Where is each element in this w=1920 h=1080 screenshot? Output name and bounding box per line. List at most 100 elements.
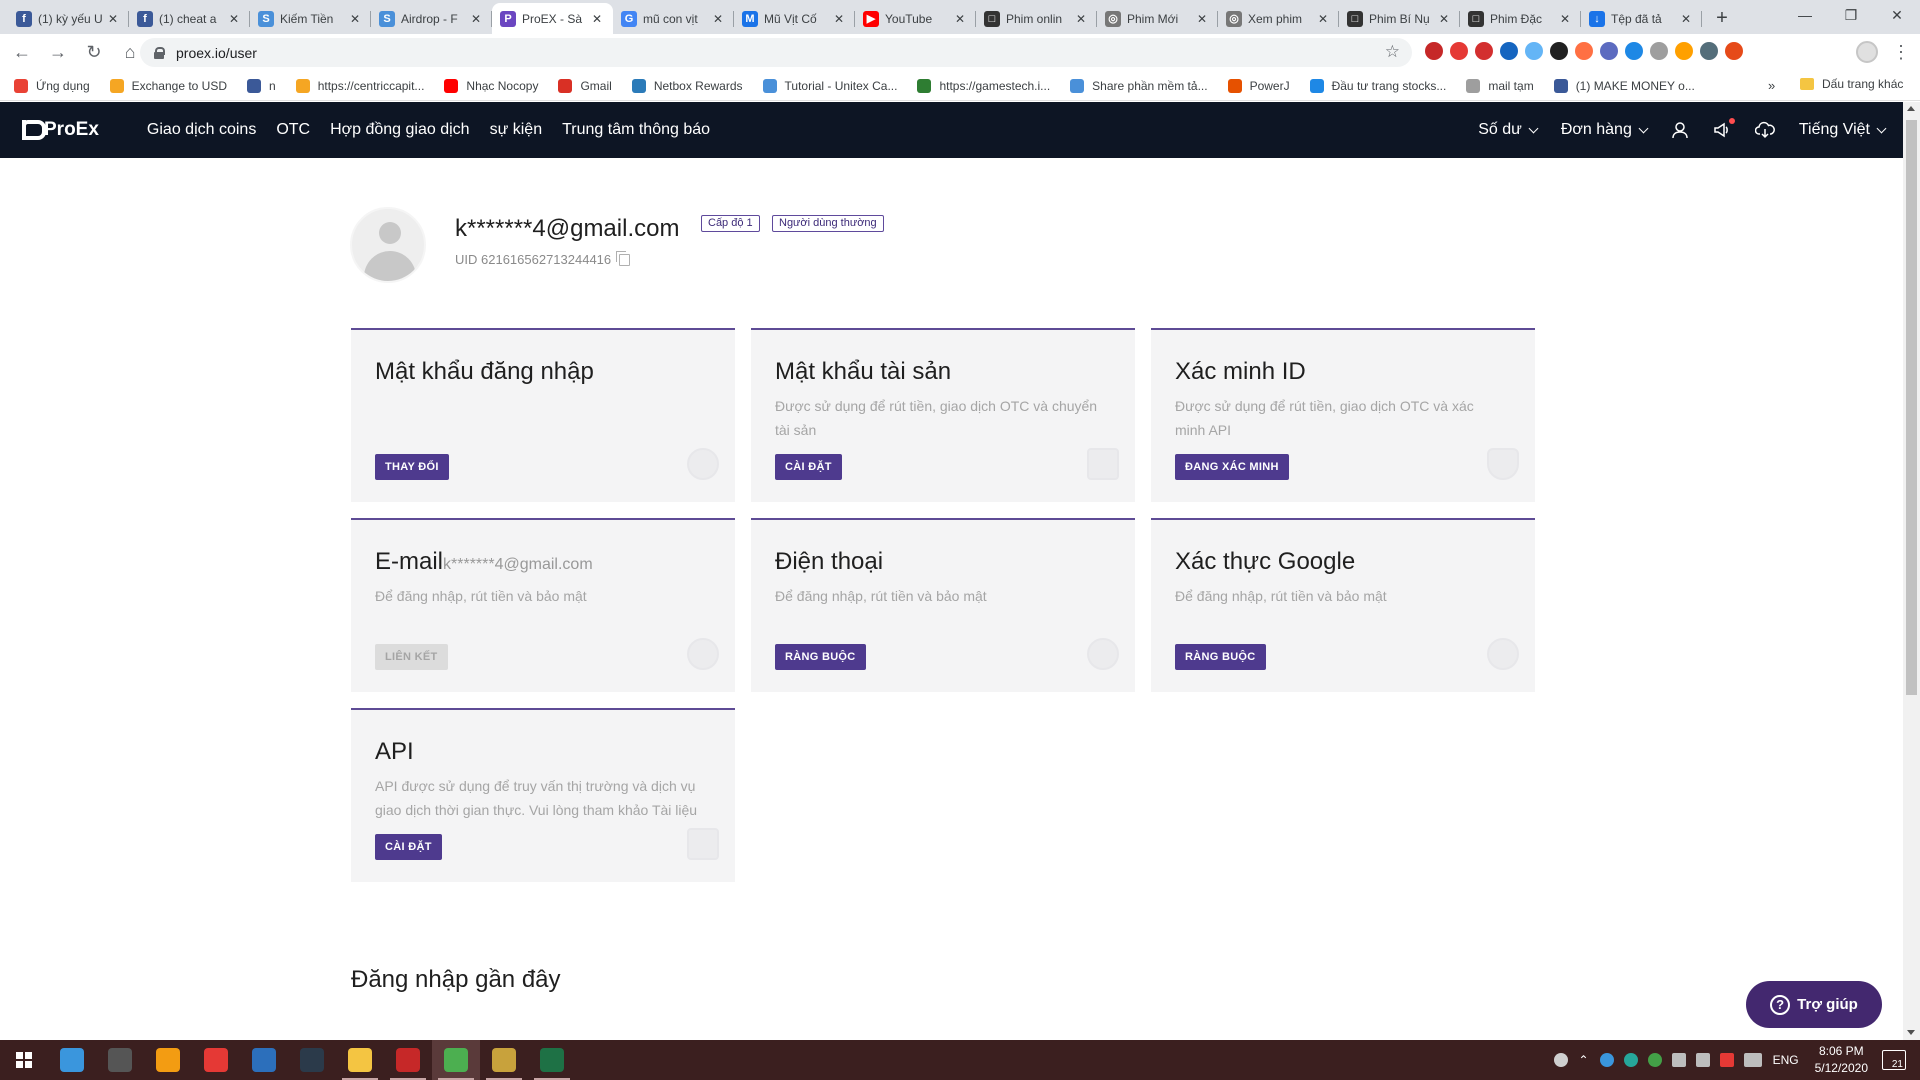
clock[interactable]: 8:06 PM 5/12/2020 [1815,1043,1868,1077]
nav-otc[interactable]: OTC [276,121,310,139]
bookmark-item[interactable]: Exchange to USD [109,78,227,93]
extension-icon[interactable] [1675,42,1693,60]
new-tab-button[interactable]: + [1708,4,1736,32]
tab-close-icon[interactable]: ✕ [710,11,726,27]
tab-close-icon[interactable]: ✕ [1073,11,1089,27]
link-email-button[interactable]: LIÊN KẾT [375,644,448,670]
bind-phone-button[interactable]: RÀNG BUỘC [775,644,866,670]
extension-icon[interactable] [1600,42,1618,60]
browser-tab[interactable]: f (1) kỳ yếu U ✕ [8,3,129,34]
bookmark-item[interactable]: Share phần mềm tả... [1070,78,1208,93]
url-text[interactable]: proex.io/user [176,45,257,61]
browser-tab[interactable]: □ Phim Bí Nụ ✕ [1339,3,1460,34]
bookmark-item[interactable]: https://gamestech.i... [917,78,1050,93]
bookmark-item[interactable]: PowerJ [1227,78,1290,93]
start-button[interactable] [0,1040,48,1080]
tab-close-icon[interactable]: ✕ [831,11,847,27]
orders-dropdown[interactable]: Đơn hàng [1561,121,1649,139]
balance-dropdown[interactable]: Số dư [1478,121,1539,139]
extension-icon[interactable] [1475,42,1493,60]
browser-tab[interactable]: S Airdrop - F ✕ [371,3,492,34]
taskbar-camera-icon[interactable] [96,1040,144,1080]
announcement-icon[interactable] [1713,118,1735,139]
extension-icon[interactable] [1725,42,1743,60]
tab-close-icon[interactable]: ✕ [468,11,484,27]
taskbar-media-icon[interactable] [384,1040,432,1080]
tab-close-icon[interactable]: ✕ [1436,11,1452,27]
extension-icon[interactable] [1625,42,1643,60]
extension-icon[interactable] [1450,42,1468,60]
bookmark-item[interactable]: Netbox Rewards [631,78,743,93]
tray-app-icon[interactable] [1623,1053,1638,1067]
scroll-up-arrow[interactable] [1907,106,1915,111]
page-scrollbar[interactable] [1903,102,1920,1040]
scroll-down-arrow[interactable] [1907,1030,1915,1035]
nav-events[interactable]: sự kiện [490,121,543,139]
browser-tab[interactable]: ↓ Tệp đã tả ✕ [1581,3,1702,34]
extension-icon[interactable] [1425,42,1443,60]
tray-app-icon[interactable] [1647,1053,1662,1067]
nav-coin-trading[interactable]: Giao dịch coins [147,121,256,139]
minimize-button[interactable]: — [1782,0,1828,30]
tab-close-icon[interactable]: ✕ [1678,11,1694,27]
tab-close-icon[interactable]: ✕ [1194,11,1210,27]
taskbar-chrome-icon[interactable] [432,1040,480,1080]
tab-close-icon[interactable]: ✕ [589,11,605,27]
keyboard-icon[interactable] [1743,1053,1762,1067]
bookmark-star-icon[interactable]: ☆ [1385,42,1400,62]
scroll-thumb[interactable] [1906,120,1917,695]
taskbar-league-icon[interactable] [480,1040,528,1080]
browser-tab[interactable]: ◎ Phim Mới ✕ [1097,3,1218,34]
setup-api-button[interactable]: CÀI ĐẶT [375,834,442,860]
tab-close-icon[interactable]: ✕ [105,11,121,27]
people-icon[interactable] [1553,1053,1568,1067]
nav-notification-center[interactable]: Trung tâm thông báo [562,121,710,139]
volume-icon[interactable] [1695,1053,1710,1067]
bookmark-item[interactable]: Nhạc Nocopy [444,78,538,93]
bookmark-item[interactable]: Đầu tư trang stocks... [1309,78,1446,93]
bookmark-item[interactable]: Tutorial - Unitex Ca... [762,78,897,93]
browser-tab[interactable]: f (1) cheat a ✕ [129,3,250,34]
extension-icon[interactable] [1650,42,1668,60]
tab-close-icon[interactable]: ✕ [1557,11,1573,27]
tab-close-icon[interactable]: ✕ [226,11,242,27]
change-password-button[interactable]: THAY ĐỔI [375,454,449,480]
browser-tab[interactable]: Gmũ con vịt ✕ [613,3,734,34]
tray-app-icon[interactable] [1599,1053,1614,1067]
help-button[interactable]: ? Trợ giúp [1746,981,1882,1028]
browser-tab[interactable]: ▶ YouTube ✕ [855,3,976,34]
avatar[interactable] [350,207,426,283]
reload-icon[interactable]: ↻ [80,39,108,67]
bookmarks-overflow-button[interactable]: » [1768,78,1775,93]
bookmark-item[interactable]: https://centriccapit... [295,78,424,93]
tab-close-icon[interactable]: ✕ [952,11,968,27]
tab-close-icon[interactable]: ✕ [347,11,363,27]
taskbar-yandex-icon[interactable] [192,1040,240,1080]
taskbar-excel-icon[interactable] [528,1040,576,1080]
browser-menu-icon[interactable]: ⋮ [1892,40,1910,64]
bookmark-item[interactable]: Gmail [558,78,612,93]
browser-tab[interactable]: S Kiếm Tiền ✕ [250,3,371,34]
user-icon[interactable] [1671,121,1689,139]
maximize-button[interactable]: ❐ [1828,0,1874,30]
copy-icon[interactable] [616,250,631,266]
extension-icon[interactable] [1500,42,1518,60]
bookmark-item[interactable]: n [247,78,276,93]
tray-app-icon[interactable] [1719,1053,1734,1067]
forward-icon[interactable]: → [44,39,72,67]
profile-avatar-icon[interactable] [1856,41,1878,63]
language-indicator[interactable]: ENG [1773,1053,1799,1067]
taskbar-cortana-icon[interactable] [48,1040,96,1080]
back-icon[interactable]: ← [8,39,36,67]
other-bookmarks[interactable]: Dấu trang khác [1800,77,1903,91]
chevron-up-icon[interactable]: ⌃ [1579,1053,1589,1067]
browser-tab[interactable]: □ Phim onlin ✕ [976,3,1097,34]
proex-logo[interactable]: ProEx [20,119,99,141]
bind-google-auth-button[interactable]: RÀNG BUỘC [1175,644,1266,670]
tab-close-icon[interactable]: ✕ [1315,11,1331,27]
network-icon[interactable] [1671,1053,1686,1067]
taskbar-sublime-icon[interactable] [144,1040,192,1080]
taskbar-notepad-icon[interactable] [240,1040,288,1080]
browser-tab[interactable]: □ Phim Đặc ✕ [1460,3,1581,34]
taskbar-lightroom-icon[interactable] [288,1040,336,1080]
